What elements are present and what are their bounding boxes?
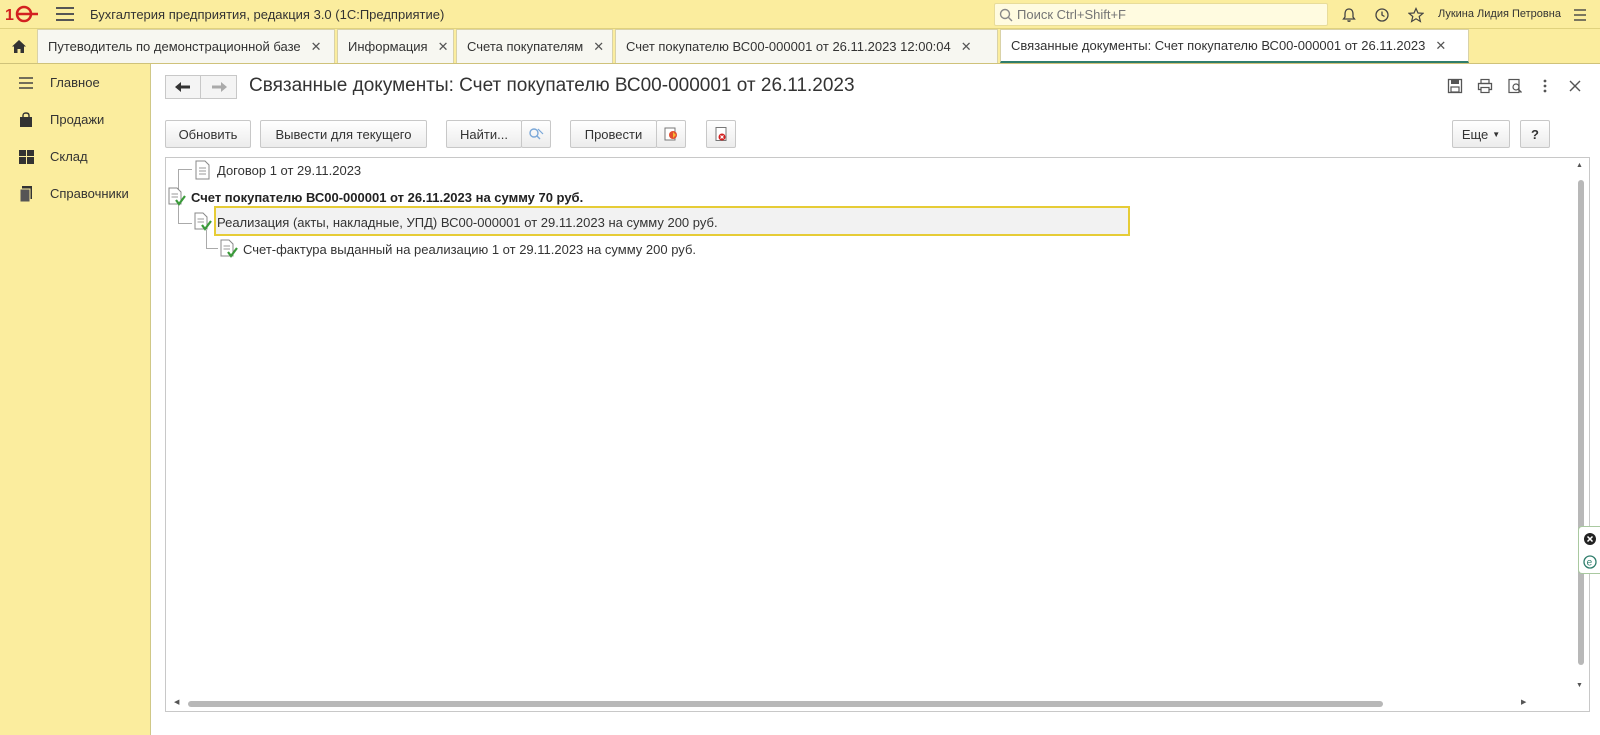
document-icon (195, 160, 210, 180)
command-bar: Обновить Вывести для текущего Найти... П… (165, 120, 1585, 148)
posted-document-icon (168, 187, 186, 206)
svg-text:e: e (1586, 557, 1592, 568)
top-bar: 1 Бухгалтерия предприятия, редакция 3.0 … (0, 0, 1600, 29)
edo-e-icon[interactable]: e (1582, 554, 1597, 569)
close-icon[interactable]: ✕ (311, 39, 322, 55)
back-button[interactable] (165, 75, 201, 99)
sidebar-item-directories[interactable]: Справочники (0, 175, 150, 212)
global-search[interactable] (994, 3, 1328, 26)
scroll-left-icon[interactable]: ◀ (174, 698, 179, 706)
related-documents-tree[interactable]: Договор 1 от 29.11.2023 Счет покупателю … (165, 157, 1590, 712)
form-window: Связанные документы: Счет покупателю ВС0… (150, 64, 1600, 735)
sidebar-item-label: Главное (50, 75, 100, 90)
close-icon[interactable] (1560, 76, 1590, 96)
close-circle-icon[interactable] (1583, 532, 1597, 546)
favorites-star-icon[interactable] (1406, 5, 1426, 25)
side-tools-panel: e (1578, 526, 1600, 574)
settings-menu-icon[interactable] (1570, 5, 1590, 25)
more-button[interactable]: Еще ▼ (1452, 120, 1510, 148)
preview-icon[interactable] (1500, 76, 1530, 96)
user-name[interactable]: Лукина Лидия Петровна (1438, 8, 1561, 20)
arrow-left-icon (175, 82, 190, 92)
tab-guide[interactable]: Путеводитель по демонстрационной базе ✕ (37, 29, 335, 63)
posted-document-icon (220, 239, 238, 258)
open-windows-tabs: Путеводитель по демонстрационной базе ✕ … (0, 29, 1600, 64)
sidebar-item-label: Справочники (50, 186, 129, 201)
main-menu-icon[interactable] (56, 7, 74, 21)
close-icon[interactable]: ✕ (438, 39, 449, 55)
tab-customer-invoice[interactable]: Счет покупателю ВС00-000001 от 26.11.202… (615, 29, 998, 63)
scrollbar-thumb[interactable] (1578, 180, 1584, 665)
home-button[interactable] (0, 29, 37, 63)
page-title: Связанные документы: Счет покупателю ВС0… (249, 75, 855, 96)
scrollbar-thumb[interactable] (188, 701, 1383, 707)
tree-node-label: Счет покупателю ВС00-000001 от 26.11.202… (191, 189, 584, 205)
find-button[interactable]: Найти... (446, 120, 522, 148)
sidebar-item-warehouse[interactable]: Склад (0, 138, 150, 175)
tab-customer-invoices[interactable]: Счета покупателям ✕ (456, 29, 613, 63)
search-icon (999, 8, 1013, 21)
logo-1c-icon[interactable]: 1 (4, 3, 42, 25)
tab-related-documents[interactable]: Связанные документы: Счет покупателю ВС0… (1000, 29, 1469, 63)
tree-node-label: Счет-фактура выданный на реализацию 1 от… (243, 241, 697, 257)
post-button[interactable]: Провести (570, 120, 657, 148)
chevron-down-icon: ▼ (1492, 129, 1501, 139)
navigation-buttons (165, 75, 237, 99)
help-button[interactable]: ? (1520, 120, 1550, 148)
tab-label: Счета покупателям (467, 39, 584, 54)
more-label: Еще (1461, 126, 1489, 142)
close-icon[interactable]: ✕ (961, 39, 972, 55)
home-icon (11, 39, 26, 53)
scroll-right-icon[interactable]: ▶ (1521, 698, 1526, 706)
sidebar-item-label: Продажи (50, 112, 105, 127)
post-and-print-button[interactable] (656, 120, 686, 148)
tree-node-label: Договор 1 от 29.11.2023 (217, 162, 362, 178)
sidebar-item-main[interactable]: Главное (0, 64, 150, 101)
tree-node-contract[interactable]: Договор 1 от 29.11.2023 (194, 158, 361, 182)
scroll-up-icon[interactable]: ▲ (1576, 162, 1583, 169)
unpost-button[interactable] (706, 120, 736, 148)
unpost-document-icon (715, 127, 727, 141)
print-icon[interactable] (1470, 76, 1500, 96)
arrow-right-icon (211, 82, 227, 92)
shopping-bag-icon (18, 111, 34, 128)
horizontal-scrollbar[interactable]: ◀ ▶ (166, 697, 1576, 711)
post-document-icon (664, 127, 677, 141)
sections-sidebar: Главное Продажи Склад Справочники (0, 64, 150, 735)
sidebar-item-label: Склад (50, 149, 88, 164)
show-for-current-button[interactable]: Вывести для текущего (260, 120, 427, 148)
tree-node-customer-invoice[interactable]: Счет покупателю ВС00-000001 от 26.11.202… (168, 185, 583, 209)
forward-button[interactable] (201, 75, 237, 99)
tree-node-tax-invoice[interactable]: Счет-фактура выданный на реализацию 1 от… (220, 237, 696, 261)
bell-icon[interactable] (1339, 5, 1359, 25)
more-actions-icon[interactable] (1530, 76, 1560, 96)
warehouse-grid-icon (18, 149, 34, 165)
tab-information[interactable]: Информация ✕ (337, 29, 454, 63)
app-title: Бухгалтерия предприятия, редакция 3.0 (1… (90, 6, 445, 22)
close-icon[interactable]: ✕ (593, 39, 604, 55)
books-icon (18, 185, 34, 202)
search-input[interactable] (1013, 6, 1313, 23)
tree-node-label: Реализация (акты, накладные, УПД) ВС00-0… (217, 214, 718, 230)
sidebar-item-sales[interactable]: Продажи (0, 101, 150, 138)
history-icon[interactable] (1372, 5, 1392, 25)
tab-label: Счет покупателю ВС00-000001 от 26.11.202… (626, 39, 951, 54)
scroll-down-icon[interactable]: ▼ (1576, 682, 1583, 689)
save-icon[interactable] (1440, 76, 1470, 96)
close-icon[interactable]: ✕ (1435, 38, 1446, 54)
tab-label: Информация (348, 39, 428, 54)
posted-document-icon (194, 212, 212, 231)
svg-text:1: 1 (5, 7, 14, 23)
refresh-button[interactable]: Обновить (165, 120, 251, 148)
tab-label: Путеводитель по демонстрационной базе (48, 39, 301, 54)
cancel-search-icon (529, 128, 544, 140)
tree-node-sales-realization[interactable]: Реализация (акты, накладные, УПД) ВС00-0… (194, 210, 718, 234)
form-header-icons (1440, 76, 1590, 96)
cancel-search-button[interactable] (521, 120, 551, 148)
menu-lines-icon (18, 75, 34, 91)
tab-label: Связанные документы: Счет покупателю ВС0… (1011, 38, 1426, 53)
vertical-scrollbar[interactable]: ▲ ▼ (1575, 158, 1587, 698)
